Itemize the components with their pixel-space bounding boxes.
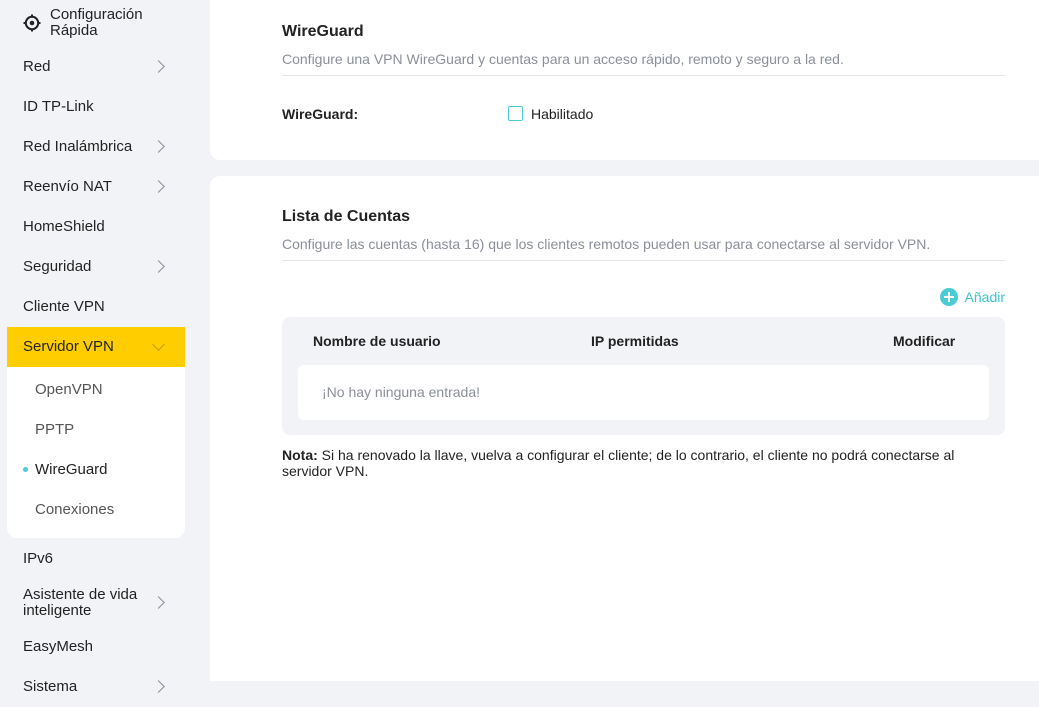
active-dot-icon xyxy=(23,467,28,472)
sidebar-item-label: IPv6 xyxy=(23,550,54,567)
submenu-item-label: OpenVPN xyxy=(35,380,103,398)
chevron-right-icon xyxy=(152,260,165,273)
sidebar-item-smart-life[interactable]: Asistente de vida inteligente xyxy=(7,583,185,623)
enable-checkbox[interactable] xyxy=(508,106,523,121)
sidebar-item-homeshield[interactable]: HomeShield xyxy=(7,207,185,247)
sidebar-item-label: HomeShield xyxy=(23,218,105,235)
submenu-item-openvpn[interactable]: OpenVPN xyxy=(7,369,185,409)
sidebar-item-label: Seguridad xyxy=(23,258,92,275)
submenu-item-wireguard[interactable]: WireGuard xyxy=(7,449,185,489)
sidebar-item-label: EasyMesh xyxy=(23,638,94,655)
add-account-button[interactable]: Añadir xyxy=(939,288,1005,306)
account-list-panel: Lista de Cuentas Configure las cuentas (… xyxy=(210,176,1039,681)
sidebar-item-wireless[interactable]: Red Inalámbrica xyxy=(7,127,185,167)
sidebar-item-easymesh[interactable]: EasyMesh xyxy=(7,627,185,667)
enable-checkbox-label[interactable]: Habilitado xyxy=(531,106,593,122)
sidebar-item-label: Asistente de vida inteligente xyxy=(23,586,138,619)
chevron-right-icon xyxy=(152,680,165,693)
submenu-item-label: PPTP xyxy=(35,420,75,438)
add-button-label: Añadir xyxy=(964,289,1005,305)
sidebar-item-label: Servidor VPN xyxy=(23,338,114,355)
wireguard-field-label: WireGuard: xyxy=(282,106,359,122)
sidebar-item-label: Red xyxy=(23,58,51,75)
chevron-right-icon xyxy=(152,596,165,609)
note-label: Nota: xyxy=(282,447,318,463)
accounts-table: Nombre de usuario IP permitidas Modifica… xyxy=(282,317,1005,435)
section-description: Configure las cuentas (hasta 16) que los… xyxy=(282,236,931,252)
submenu-item-label: Conexiones xyxy=(35,500,115,518)
chevron-right-icon xyxy=(152,140,165,153)
divider xyxy=(282,75,1005,76)
submenu-item-label: WireGuard xyxy=(35,460,108,478)
sidebar-item-quick-setup[interactable]: Configuración Rápida xyxy=(7,3,185,43)
submenu-item-pptp[interactable]: PPTP xyxy=(7,409,185,449)
sidebar-item-label: Configuración Rápida xyxy=(50,6,143,39)
sidebar-item-vpn-server[interactable]: Servidor VPN xyxy=(7,327,185,367)
note: Nota: Si ha renovado la llave, vuelva a … xyxy=(282,447,982,479)
sidebar-item-label: Red Inalámbrica xyxy=(23,138,133,155)
sidebar-item-nat-forwarding[interactable]: Reenvío NAT xyxy=(7,167,185,207)
sidebar-item-label: Reenvío NAT xyxy=(23,178,112,195)
plus-circle-icon xyxy=(939,288,958,306)
sidebar-item-tp-link-id[interactable]: ID TP-Link xyxy=(7,87,185,127)
column-header-username: Nombre de usuario xyxy=(313,333,441,349)
section-description: Configure una VPN WireGuard y cuentas pa… xyxy=(282,51,844,67)
sidebar-item-label: ID TP-Link xyxy=(23,98,94,115)
sidebar-item-red[interactable]: Red xyxy=(7,47,185,87)
sidebar-item-security[interactable]: Seguridad xyxy=(7,247,185,287)
empty-message: ¡No hay ninguna entrada! xyxy=(322,384,480,400)
column-header-allowed-ips: IP permitidas xyxy=(591,333,679,349)
sidebar-item-ipv6[interactable]: IPv6 xyxy=(7,539,185,579)
sidebar-item-vpn-client[interactable]: Cliente VPN xyxy=(7,287,185,327)
submenu-item-connections[interactable]: Conexiones xyxy=(7,489,185,529)
chevron-down-icon xyxy=(152,338,165,351)
wireguard-panel: WireGuard Configure una VPN WireGuard y … xyxy=(210,0,1039,160)
section-title: Lista de Cuentas xyxy=(282,208,411,225)
vpn-server-submenu: OpenVPN PPTP WireGuard Conexiones xyxy=(7,367,185,538)
table-empty-row: ¡No hay ninguna entrada! xyxy=(298,365,989,420)
sidebar: Configuración Rápida Red ID TP-Link Red … xyxy=(0,0,195,695)
divider xyxy=(282,260,1005,261)
column-header-modify: Modificar xyxy=(893,333,956,349)
sidebar-item-label: Cliente VPN xyxy=(23,298,105,315)
chevron-right-icon xyxy=(152,60,165,73)
chevron-right-icon xyxy=(152,180,165,193)
gear-icon xyxy=(23,14,41,32)
note-text: Si ha renovado la llave, vuelva a config… xyxy=(282,447,955,479)
sidebar-item-system[interactable]: Sistema xyxy=(7,667,185,707)
section-title: WireGuard xyxy=(282,23,364,40)
